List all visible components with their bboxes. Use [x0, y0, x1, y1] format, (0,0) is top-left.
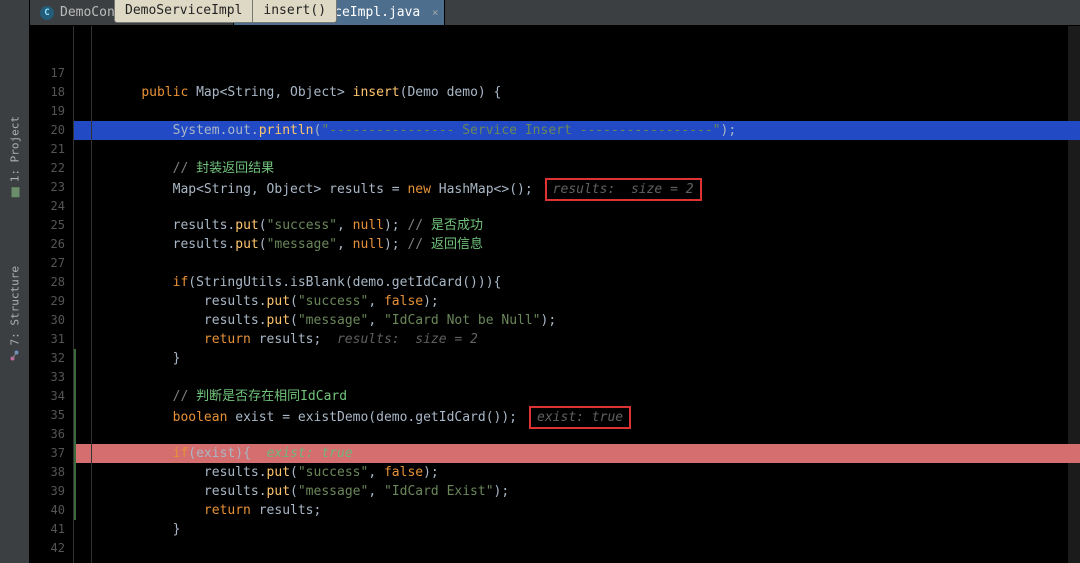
- toolwindow-structure-tab[interactable]: 7: Structure: [6, 260, 23, 367]
- editor-area: 17 181920 212223 242526 272829 303132 33…: [30, 26, 1080, 563]
- breadcrumb-class[interactable]: DemoServiceImpl: [114, 0, 253, 23]
- toolwindow-project-tab[interactable]: 1: Project: [6, 110, 23, 204]
- toolwindow-project-label: 1: Project: [8, 116, 21, 182]
- java-class-icon: C: [40, 6, 54, 20]
- toolwindow-structure-label: 7: Structure: [8, 266, 21, 345]
- line-number: 17: [30, 64, 65, 83]
- gutter-extras: [74, 26, 92, 563]
- project-icon: [9, 186, 21, 198]
- structure-icon: [9, 349, 21, 361]
- left-toolwindow-strip: 1: Project 7: Structure: [0, 0, 30, 563]
- code-area[interactable]: DemoServiceImpl insert() public Map<Stri…: [110, 26, 1080, 563]
- close-icon[interactable]: ✕: [432, 7, 438, 18]
- gutter-icons: [92, 26, 110, 563]
- breadcrumb: DemoServiceImpl insert(): [114, 0, 337, 23]
- line-number-gutter: 17 181920 212223 242526 272829 303132 33…: [30, 26, 74, 563]
- breadcrumb-method[interactable]: insert(): [253, 0, 337, 23]
